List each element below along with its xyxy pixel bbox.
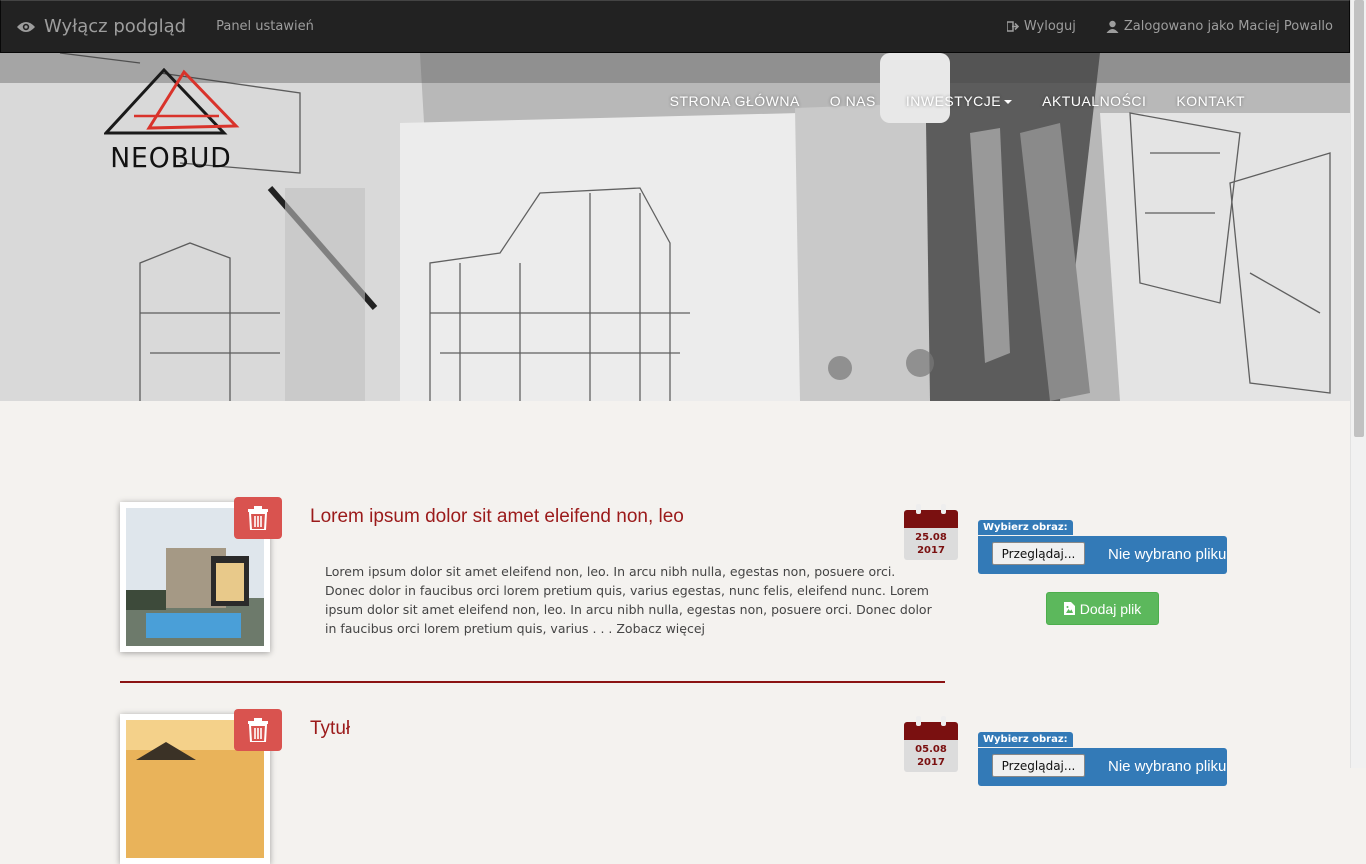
- calendar-icon: [904, 722, 958, 742]
- logged-user: Zalogowano jako Maciej Powallo: [1106, 19, 1333, 34]
- calendar-ring: [941, 716, 946, 726]
- logout-link[interactable]: Wyloguj: [1006, 19, 1076, 34]
- post-date-value: 25.08 2017: [904, 528, 958, 560]
- post-title[interactable]: Tytuł: [310, 718, 350, 740]
- logout-icon: [1006, 21, 1019, 32]
- nav-item-home[interactable]: STRONA GŁÓWNA: [670, 93, 800, 109]
- post-date-value: 05.08 2017: [904, 740, 958, 772]
- post-date: 25.08 2017: [904, 504, 958, 560]
- admin-bar: Wyłącz podgląd Panel ustawień Wyloguj Za…: [0, 0, 1350, 53]
- read-more-link[interactable]: Zobacz więcej: [616, 621, 705, 636]
- post-date-year: 2017: [917, 545, 945, 556]
- add-file-button[interactable]: Dodaj plik: [1046, 592, 1159, 625]
- nav-item-contact[interactable]: KONTAKT: [1176, 93, 1245, 109]
- preview-toggle[interactable]: Wyłącz podgląd: [16, 16, 186, 37]
- upload-label: Wybierz obraz:: [978, 732, 1073, 747]
- image-file-input[interactable]: Przeglądaj... Nie wybrano pliku.: [978, 536, 1227, 574]
- post-excerpt: Lorem ipsum dolor sit amet eleifend non,…: [325, 562, 935, 638]
- post-title[interactable]: Lorem ipsum dolor sit amet eleifend non,…: [310, 506, 684, 528]
- no-file-text: Nie wybrano pliku.: [1108, 546, 1227, 563]
- scrollbar-thumb[interactable]: [1354, 0, 1364, 437]
- calendar-ring: [916, 716, 921, 726]
- nav-item-investments-label: INWESTYCJE: [905, 93, 1002, 109]
- image-file-input[interactable]: Przeglądaj... Nie wybrano pliku.: [978, 748, 1227, 786]
- main-nav: STRONA GŁÓWNA O NAS INWESTYCJE AKTUALNOŚ…: [670, 93, 1245, 109]
- nav-item-about[interactable]: O NAS: [830, 93, 876, 109]
- calendar-icon: [904, 510, 958, 530]
- add-file-label: Dodaj plik: [1079, 600, 1142, 617]
- delete-post-button[interactable]: [234, 709, 282, 751]
- caret-down-icon: [1004, 100, 1013, 105]
- settings-panel-link[interactable]: Panel ustawień: [216, 19, 314, 34]
- logged-user-label: Zalogowano jako Maciej Powallo: [1123, 19, 1333, 34]
- logo-text: NEOBUD: [110, 141, 232, 174]
- post-date-day: 25.08: [915, 532, 947, 543]
- browse-button[interactable]: Przeglądaj...: [992, 754, 1085, 777]
- calendar-ring: [916, 504, 921, 514]
- no-file-text: Nie wybrano pliku.: [1108, 758, 1227, 775]
- preview-toggle-label: Wyłącz podgląd: [44, 16, 187, 37]
- post-date-day: 05.08: [915, 744, 947, 755]
- eye-icon: [17, 21, 35, 32]
- trash-icon: [248, 718, 268, 742]
- nav-item-news[interactable]: AKTUALNOŚCI: [1042, 93, 1146, 109]
- page-scrollbar[interactable]: [1350, 0, 1366, 768]
- post-date: 05.08 2017: [904, 716, 958, 772]
- calendar-ring: [941, 504, 946, 514]
- delete-post-button[interactable]: [234, 497, 282, 539]
- file-image-icon: [1063, 602, 1075, 615]
- post-separator: [120, 681, 945, 683]
- hero-banner: NEOBUD STRONA GŁÓWNA O NAS INWESTYCJE AK…: [0, 53, 1350, 401]
- upload-label: Wybierz obraz:: [978, 520, 1073, 535]
- post-date-year: 2017: [917, 757, 945, 768]
- trash-icon: [248, 506, 268, 530]
- nav-item-investments[interactable]: INWESTYCJE: [905, 93, 1013, 109]
- logout-label: Wyloguj: [1023, 19, 1076, 34]
- browse-button[interactable]: Przeglądaj...: [992, 542, 1085, 565]
- user-icon: [1106, 20, 1119, 33]
